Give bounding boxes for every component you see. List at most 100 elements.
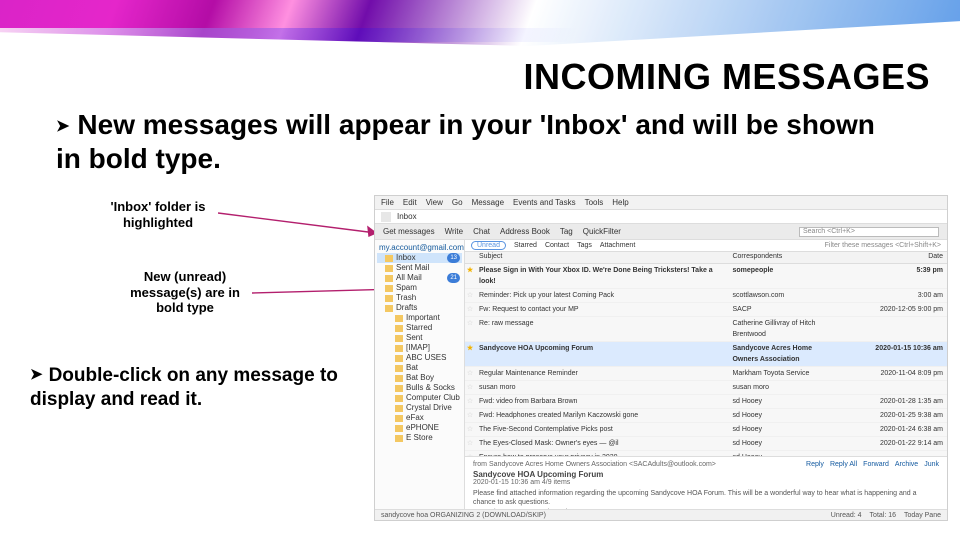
callout-inbox-highlighted: 'Inbox' folder is highlighted: [98, 199, 218, 230]
folder-important[interactable]: Important: [377, 313, 462, 323]
folder-icon: [395, 425, 403, 432]
folder-bat[interactable]: Bat: [377, 363, 462, 373]
star-icon[interactable]: [465, 367, 475, 380]
folder-bulls-socks[interactable]: Bulls & Socks: [377, 383, 462, 393]
folder-trash[interactable]: Trash: [377, 293, 462, 303]
quickfilter-button[interactable]: QuickFilter: [583, 227, 621, 236]
message-row[interactable]: Reminder: Pick up your latest Coming Pac…: [465, 289, 947, 303]
inbox-tab-label[interactable]: Inbox: [397, 212, 417, 221]
status-unread: Unread: 4: [831, 512, 862, 519]
folder-bat-boy[interactable]: Bat Boy: [377, 373, 462, 383]
chat-button[interactable]: Chat: [473, 227, 490, 236]
star-icon[interactable]: [465, 423, 475, 436]
col-star[interactable]: [465, 252, 475, 263]
menu-tools[interactable]: Tools: [585, 198, 604, 207]
folder-icon: [395, 365, 403, 372]
filter-unread[interactable]: Unread: [471, 241, 506, 250]
menu-message[interactable]: Message: [472, 198, 504, 207]
filter-hint[interactable]: Filter these messages <Ctrl+Shift+K>: [825, 242, 941, 249]
folder-icon: [385, 275, 393, 282]
preview-body: Please find attached information regardi…: [473, 489, 939, 507]
folder-abc-uses[interactable]: ABC USES: [377, 353, 462, 363]
star-icon[interactable]: [465, 303, 475, 316]
filter-tags[interactable]: Tags: [577, 242, 592, 249]
menu-edit[interactable]: Edit: [403, 198, 417, 207]
preview-reply-button[interactable]: Reply: [806, 461, 824, 468]
preview-reply-all-button[interactable]: Reply All: [830, 461, 857, 468]
bullet-symbol: ➤: [56, 118, 69, 135]
message-row[interactable]: The Five-Second Contemplative Picks post…: [465, 423, 947, 437]
preview-junk-button[interactable]: Junk: [924, 461, 939, 468]
message-row[interactable]: Fwd: video from Barbara Brownsd Hooey202…: [465, 395, 947, 409]
star-icon[interactable]: [465, 264, 475, 288]
message-row[interactable]: susan morosusan moro: [465, 381, 947, 395]
preview-archive-button[interactable]: Archive: [895, 461, 918, 468]
bullet-primary-text: New messages will appear in your 'Inbox'…: [56, 109, 875, 174]
get-messages-button[interactable]: Get messages: [383, 227, 435, 236]
star-icon[interactable]: [465, 342, 475, 366]
filter-contact[interactable]: Contact: [545, 242, 569, 249]
folder-sent-mail[interactable]: Sent Mail: [377, 263, 462, 273]
star-icon[interactable]: [465, 289, 475, 302]
message-row[interactable]: Re: raw messageCatherine Gillivray of Hi…: [465, 317, 947, 342]
bullet-symbol-2: ➤: [30, 366, 43, 383]
tag-button[interactable]: Tag: [560, 227, 573, 236]
folder-spam[interactable]: Spam: [377, 283, 462, 293]
filter-attachment[interactable]: Attachment: [600, 242, 635, 249]
menu-view[interactable]: View: [426, 198, 443, 207]
star-icon[interactable]: [465, 381, 475, 394]
folder-icon: [395, 315, 403, 322]
preview-subject: Sandycove HOA Upcoming Forum: [473, 470, 939, 479]
folder-drafts[interactable]: Drafts: [377, 303, 462, 313]
message-row[interactable]: Please Sign in With Your Xbox ID. We're …: [465, 264, 947, 289]
folder-icon: [385, 285, 393, 292]
message-row[interactable]: Fw: Request to contact your MPSACP2020-1…: [465, 303, 947, 317]
message-row[interactable]: The Eyes-Closed Mask: Owner's eyes — @il…: [465, 437, 947, 451]
folder-crystal-drive[interactable]: Crystal Drive: [377, 403, 462, 413]
status-bar: sandycove hoa ORGANIZING 2 (DOWNLOAD/SKI…: [375, 509, 947, 520]
folder-ephone[interactable]: ePHONE: [377, 423, 462, 433]
col-date[interactable]: Date: [829, 252, 947, 263]
menu-file[interactable]: File: [381, 198, 394, 207]
account-node[interactable]: my.account@gmail.com: [377, 242, 462, 253]
preview-meta: 2020-01-15 10:36 am 4/9 items: [473, 479, 939, 486]
star-icon[interactable]: [465, 317, 475, 341]
status-left: sandycove hoa ORGANIZING 2 (DOWNLOAD/SKI…: [381, 512, 546, 519]
write-button[interactable]: Write: [445, 227, 464, 236]
message-row[interactable]: Sandycove HOA Upcoming ForumSandycove Ac…: [465, 342, 947, 367]
folder-icon: [385, 265, 393, 272]
address-book-button[interactable]: Address Book: [500, 227, 550, 236]
status-total: Total: 16: [870, 512, 896, 519]
message-list: Please Sign in With Your Xbox ID. We're …: [465, 264, 947, 456]
folder-efax[interactable]: eFax: [377, 413, 462, 423]
bullet-secondary: ➤Double-click on any message to display …: [30, 364, 360, 412]
col-subject[interactable]: Subject: [475, 252, 728, 263]
folder-icon: [395, 325, 403, 332]
col-correspondents[interactable]: Correspondents: [728, 252, 828, 263]
status-clock[interactable]: Today Pane: [904, 512, 941, 519]
folder-all-mail[interactable]: All Mail21: [377, 273, 462, 283]
filter-starred[interactable]: Starred: [514, 242, 537, 249]
preview-actions: Reply Reply All Forward Archive Junk: [806, 461, 939, 468]
folder-e-store[interactable]: E Store: [377, 433, 462, 443]
menu-events-and-tasks[interactable]: Events and Tasks: [513, 198, 576, 207]
message-row[interactable]: Fwd: Headphones created Marilyn Kaczowsk…: [465, 409, 947, 423]
star-icon[interactable]: [465, 409, 475, 422]
folder-icon: [385, 305, 393, 312]
folder--imap-[interactable]: [IMAP]: [377, 343, 462, 353]
star-icon[interactable]: [465, 437, 475, 450]
toolbar: Get messages Write Chat Address Book Tag…: [375, 224, 947, 240]
folder-starred[interactable]: Starred: [377, 323, 462, 333]
folder-computer-club[interactable]: Computer Club: [377, 393, 462, 403]
preview-forward-button[interactable]: Forward: [863, 461, 889, 468]
folder-sent[interactable]: Sent: [377, 333, 462, 343]
message-row[interactable]: Regular Maintenance ReminderMarkham Toyo…: [465, 367, 947, 381]
folder-icon: [395, 335, 403, 342]
folder-icon: [395, 415, 403, 422]
star-icon[interactable]: [465, 395, 475, 408]
menu-help[interactable]: Help: [612, 198, 628, 207]
menu-go[interactable]: Go: [452, 198, 463, 207]
folder-inbox[interactable]: Inbox13: [377, 253, 462, 263]
folder-icon: [385, 255, 393, 262]
search-input[interactable]: Search <Ctrl+K>: [799, 227, 939, 237]
